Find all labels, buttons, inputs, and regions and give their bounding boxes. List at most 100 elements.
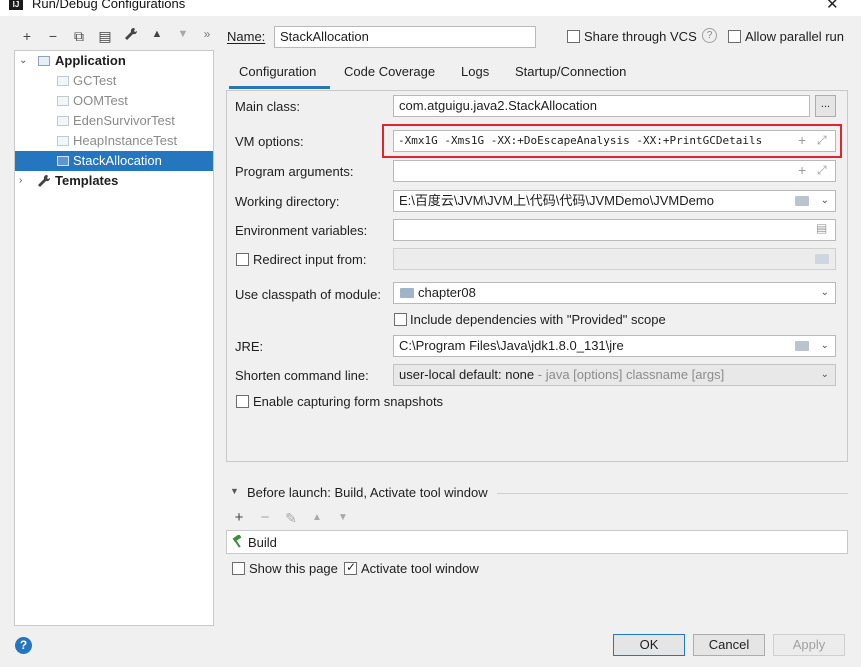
- name-input[interactable]: StackAllocation: [274, 26, 536, 48]
- enable-snapshots-label: Enable capturing form snapshots: [253, 394, 444, 409]
- share-vcs-label: Share through VCS: [584, 29, 697, 44]
- shorten-command-select[interactable]: user-local default: none - java [options…: [393, 364, 836, 386]
- jre-value: C:\Program Files\Java\jdk1.8.0_131\jre: [399, 338, 624, 353]
- collapse-arrow-icon[interactable]: ▼: [230, 486, 239, 496]
- folder-icon: [815, 254, 829, 264]
- share-vcs-checkbox[interactable]: [567, 30, 580, 43]
- allow-parallel-checkbox[interactable]: [728, 30, 741, 43]
- allow-parallel-label: Allow parallel run: [745, 29, 844, 44]
- shorten-command-hint: - java [options] classname [args]: [537, 367, 725, 382]
- help-icon[interactable]: ?: [702, 28, 717, 43]
- remove-configuration-icon[interactable]: −: [44, 28, 62, 44]
- module-icon: [400, 288, 414, 298]
- move-task-up-icon[interactable]: ▲: [308, 512, 326, 523]
- tab-configuration[interactable]: Configuration: [239, 64, 316, 79]
- apply-button[interactable]: Apply: [773, 634, 845, 656]
- working-directory-input[interactable]: E:\百度云\JVM\JVM上\代码\代码\JVMDemo\JVMDemo ⌄: [393, 190, 836, 212]
- add-task-icon[interactable]: +: [230, 509, 248, 526]
- tree-item-gctest[interactable]: GCTest: [15, 71, 213, 91]
- cancel-button[interactable]: Cancel: [693, 634, 765, 656]
- tree-item-label: StackAllocation: [73, 153, 162, 168]
- tree-node-application[interactable]: ⌄ Application: [15, 51, 213, 71]
- shorten-command-value: user-local default: none: [399, 367, 535, 382]
- working-directory-value: E:\百度云\JVM\JVM上\代码\代码\JVMDemo\JVMDemo: [399, 193, 714, 208]
- include-dependencies-checkbox[interactable]: [394, 313, 407, 326]
- tab-code-coverage[interactable]: Code Coverage: [344, 64, 435, 79]
- copy-configuration-icon[interactable]: ⧉: [70, 28, 88, 45]
- before-launch-title[interactable]: Before launch: Build, Activate tool wind…: [247, 485, 488, 500]
- run-config-icon: [57, 76, 69, 86]
- tab-startup-connection[interactable]: Startup/Connection: [515, 64, 626, 79]
- tree-item-label: GCTest: [73, 73, 117, 88]
- tree-node-templates[interactable]: › Templates: [15, 171, 213, 191]
- chevron-down-icon[interactable]: ⌄: [821, 365, 829, 385]
- move-task-down-icon[interactable]: ▼: [334, 512, 352, 523]
- name-label: Name:: [227, 29, 266, 44]
- chevron-right-icon[interactable]: ›: [19, 171, 22, 191]
- enable-snapshots-checkbox[interactable]: [236, 395, 249, 408]
- jre-select[interactable]: C:\Program Files\Java\jdk1.8.0_131\jre ⌄: [393, 335, 836, 357]
- tree-item-oomtest[interactable]: OOMTest: [15, 91, 213, 111]
- save-configuration-icon[interactable]: ▤: [96, 28, 114, 45]
- chevron-down-icon[interactable]: ⌄: [19, 51, 27, 71]
- redirect-input-checkbox[interactable]: [236, 253, 249, 266]
- add-argument-icon[interactable]: +: [798, 162, 806, 178]
- move-down-icon[interactable]: ▼: [174, 28, 192, 40]
- working-directory-label: Working directory:: [235, 194, 340, 209]
- expand-icon[interactable]: ⤢: [817, 163, 827, 178]
- jre-label: JRE:: [235, 339, 264, 354]
- list-item[interactable]: Build: [248, 535, 277, 550]
- remove-task-icon[interactable]: −: [256, 509, 274, 526]
- add-configuration-icon[interactable]: +: [18, 28, 36, 44]
- classpath-module-value: chapter08: [418, 285, 476, 300]
- main-class-label: Main class:: [235, 99, 301, 114]
- redirect-input-label: Redirect input from:: [253, 252, 367, 267]
- before-launch-list[interactable]: Build: [226, 530, 848, 554]
- browse-main-class-button[interactable]: ...: [815, 95, 836, 117]
- highlight-box: [382, 124, 842, 158]
- tree-item-heapinstancetest[interactable]: HeapInstanceTest: [15, 131, 213, 151]
- environment-variables-label: Environment variables:: [235, 223, 368, 238]
- program-arguments-label: Program arguments:: [235, 164, 354, 179]
- tree-item-label: HeapInstanceTest: [73, 133, 178, 148]
- separator: [497, 493, 848, 494]
- tree-item-edensurvivortest[interactable]: EdenSurvivorTest: [15, 111, 213, 131]
- chevron-down-icon[interactable]: ⌄: [821, 191, 829, 211]
- environment-variables-input[interactable]: [393, 219, 836, 241]
- vm-options-label: VM options:: [235, 134, 304, 149]
- folder-icon[interactable]: [795, 341, 809, 351]
- run-config-icon: [57, 116, 69, 126]
- tab-logs[interactable]: Logs: [461, 64, 489, 79]
- classpath-module-select[interactable]: chapter08 ⌄: [393, 282, 836, 304]
- show-page-checkbox[interactable]: [232, 562, 245, 575]
- show-page-label: Show this page: [249, 561, 338, 576]
- application-icon: [38, 56, 50, 66]
- main-class-input[interactable]: com.atguigu.java2.StackAllocation: [393, 95, 810, 117]
- tree-item-label: OOMTest: [73, 93, 128, 108]
- program-arguments-input[interactable]: [393, 160, 836, 182]
- move-up-icon[interactable]: ▲: [148, 28, 166, 40]
- chevron-down-icon[interactable]: ⌄: [821, 336, 829, 356]
- classpath-module-label: Use classpath of module:: [235, 287, 381, 302]
- tree-item-label: EdenSurvivorTest: [73, 113, 175, 128]
- redirect-input-field: [393, 248, 836, 270]
- document-icon[interactable]: ▤: [816, 221, 827, 235]
- tree-node-label: Templates: [55, 173, 119, 188]
- ok-button[interactable]: OK: [613, 634, 685, 656]
- help-icon[interactable]: ?: [15, 637, 32, 654]
- run-config-icon: [57, 96, 69, 106]
- chevron-down-icon[interactable]: ⌄: [821, 283, 829, 303]
- edit-task-icon[interactable]: ✎: [282, 510, 300, 527]
- shorten-command-label: Shorten command line:: [235, 368, 369, 383]
- close-icon[interactable]: ✕: [826, 0, 839, 13]
- tree-item-stackallocation[interactable]: StackAllocation: [15, 151, 213, 171]
- configuration-tree[interactable]: ⌄ Application GCTest OOMTest EdenSurvivo…: [14, 50, 214, 626]
- wrench-icon[interactable]: [122, 27, 140, 44]
- more-icon[interactable]: »: [198, 27, 216, 41]
- activate-tool-window-checkbox[interactable]: [344, 560, 357, 575]
- folder-icon[interactable]: [795, 196, 809, 206]
- run-config-icon: [57, 136, 69, 146]
- active-tab-indicator: [229, 86, 330, 89]
- tree-node-label: Application: [55, 53, 126, 68]
- hammer-icon: [230, 534, 244, 552]
